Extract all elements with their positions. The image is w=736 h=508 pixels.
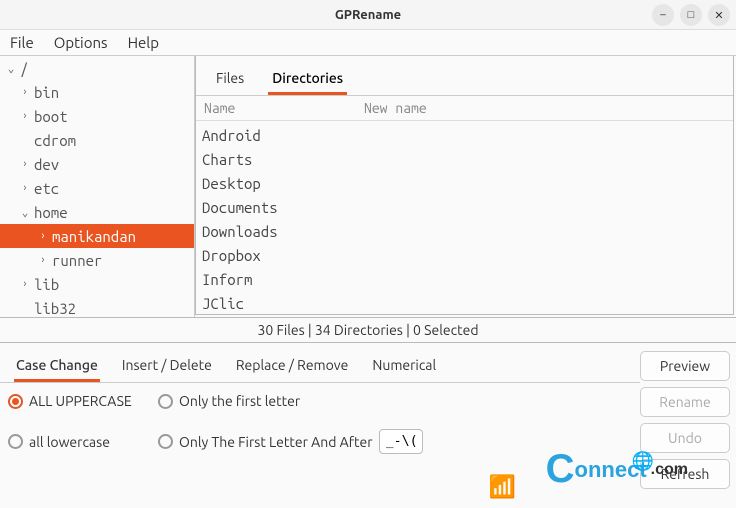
tree-item-lib[interactable]: ›lib	[0, 272, 194, 296]
tree-label: cdrom	[34, 132, 76, 149]
rename-button[interactable]: Rename	[640, 387, 730, 417]
list-item[interactable]: JClic	[202, 291, 727, 314]
list-item[interactable]: Charts	[202, 147, 727, 171]
tree-label: lib	[34, 276, 59, 293]
tab-case-change[interactable]: Case Change	[14, 351, 100, 382]
file-list: AndroidChartsDesktopDocumentsDownloadsDr…	[196, 121, 733, 314]
tree-item-bin[interactable]: ›bin	[0, 80, 194, 104]
window-buttons: – □ ✕	[652, 4, 730, 26]
list-header: Name New name	[196, 96, 733, 121]
case-radios: ALL UPPERCASE Only the first letter all …	[0, 383, 640, 464]
menubar: File Options Help	[0, 30, 736, 56]
list-item[interactable]: Dropbox	[202, 243, 727, 267]
file-panel: Files Directories Name New name AndroidC…	[195, 56, 734, 315]
maximize-button[interactable]: □	[680, 4, 702, 26]
radio-first-letter-and-after[interactable]: Only The First Letter And After	[158, 434, 373, 450]
close-button[interactable]: ✕	[708, 4, 730, 26]
tree-item-home[interactable]: ⌄home	[0, 200, 194, 224]
radio-all-uppercase[interactable]: ALL UPPERCASE	[8, 393, 158, 409]
tab-numerical[interactable]: Numerical	[370, 351, 438, 382]
menu-help[interactable]: Help	[128, 34, 159, 51]
radio-label: ALL UPPERCASE	[29, 393, 132, 409]
tree-item-manikandan[interactable]: ›manikandan	[0, 224, 194, 248]
options-left: Case Change Insert / Delete Replace / Re…	[0, 343, 640, 489]
tree-label: bin	[34, 84, 59, 101]
window-title: GPRename	[0, 8, 736, 22]
chevron-right-icon: ›	[36, 230, 50, 242]
radio-icon	[158, 434, 173, 449]
tree-item-cdrom[interactable]: cdrom	[0, 128, 194, 152]
radio-label: Only The First Letter And After	[179, 434, 373, 450]
tree-item-boot[interactable]: ›boot	[0, 104, 194, 128]
after-chars-input[interactable]	[379, 429, 423, 454]
titlebar: GPRename – □ ✕	[0, 0, 736, 30]
options-area: Case Change Insert / Delete Replace / Re…	[0, 343, 736, 489]
menu-file[interactable]: File	[10, 34, 34, 51]
radio-icon	[158, 394, 173, 409]
tree-label: runner	[52, 252, 102, 269]
chevron-down-icon: ⌄	[18, 206, 32, 219]
list-item[interactable]: Documents	[202, 195, 727, 219]
radio-only-first-letter[interactable]: Only the first letter	[158, 393, 632, 409]
tree-label: boot	[34, 108, 68, 125]
chevron-right-icon: ›	[18, 86, 32, 98]
tree-label: home	[34, 204, 68, 221]
tree-label: lib32	[34, 300, 76, 317]
list-item[interactable]: Android	[202, 123, 727, 147]
chevron-right-icon: ›	[18, 158, 32, 170]
chevron-right-icon: ›	[18, 110, 32, 122]
chevron-right-icon: ›	[18, 182, 32, 194]
split-pane: ⌄ / ›bin›bootcdrom›dev›etc⌄home›manikand…	[0, 56, 736, 318]
radio-all-lowercase[interactable]: all lowercase	[8, 434, 158, 450]
chevron-right-icon: ›	[36, 254, 50, 266]
preview-button[interactable]: Preview	[640, 351, 730, 381]
tab-insert-delete[interactable]: Insert / Delete	[120, 351, 214, 382]
column-name[interactable]: Name	[204, 100, 364, 116]
list-item[interactable]: Desktop	[202, 171, 727, 195]
tree-item-runner[interactable]: ›runner	[0, 248, 194, 272]
tab-files[interactable]: Files	[212, 64, 248, 95]
tab-replace-remove[interactable]: Replace / Remove	[234, 351, 350, 382]
tree-item-dev[interactable]: ›dev	[0, 152, 194, 176]
tree-label: /	[20, 60, 28, 77]
chevron-down-icon: ⌄	[4, 62, 18, 75]
list-item[interactable]: Inform	[202, 267, 727, 291]
list-item[interactable]: Downloads	[202, 219, 727, 243]
tree-root[interactable]: ⌄ /	[0, 56, 194, 80]
menu-options[interactable]: Options	[54, 34, 108, 51]
file-tabs: Files Directories	[196, 56, 733, 96]
tree-label: manikandan	[52, 228, 136, 245]
action-buttons: Preview Rename Undo Refresh	[640, 343, 736, 489]
undo-button[interactable]: Undo	[640, 423, 730, 453]
refresh-button[interactable]: Refresh	[640, 459, 730, 489]
tree-label: etc	[34, 180, 59, 197]
radio-label: Only the first letter	[179, 393, 300, 409]
radio-label: all lowercase	[29, 434, 110, 450]
tree-label: dev	[34, 156, 59, 173]
chevron-right-icon: ›	[18, 278, 32, 290]
folder-tree: ⌄ / ›bin›bootcdrom›dev›etc⌄home›manikand…	[0, 56, 195, 317]
column-newname[interactable]: New name	[364, 100, 427, 116]
radio-first-after-row: Only The First Letter And After	[158, 429, 632, 454]
radio-icon	[8, 434, 23, 449]
tab-directories[interactable]: Directories	[268, 64, 347, 95]
radio-icon	[8, 394, 23, 409]
tree-item-lib32[interactable]: lib32	[0, 296, 194, 317]
minimize-button[interactable]: –	[652, 4, 674, 26]
status-bar: 30 Files | 34 Directories | 0 Selected	[0, 318, 736, 343]
tree-item-etc[interactable]: ›etc	[0, 176, 194, 200]
option-tabs: Case Change Insert / Delete Replace / Re…	[0, 343, 640, 383]
